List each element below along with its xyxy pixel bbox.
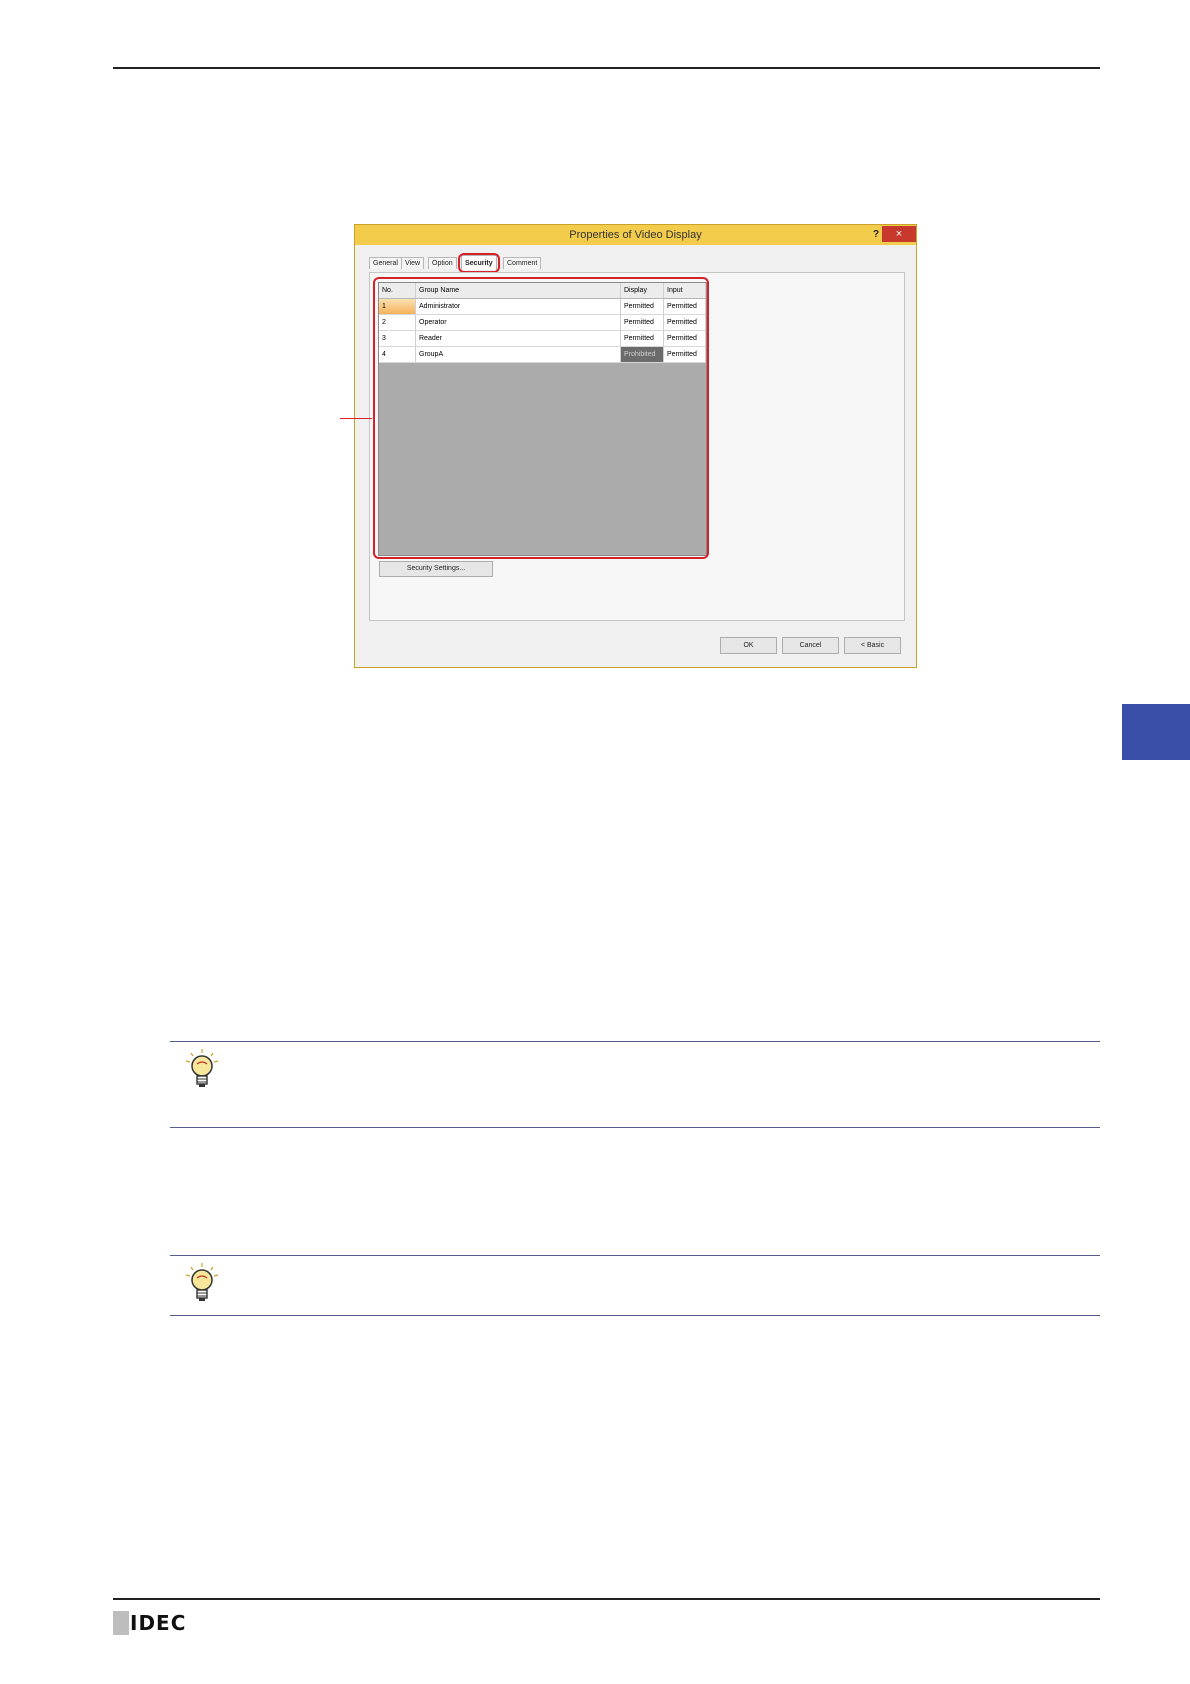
grid-highlight [373,277,709,559]
callout-leader-line [340,418,372,419]
basic-button[interactable]: < Basic [844,637,901,654]
dialog-title: Properties of Video Display [569,229,702,241]
note-rule-bottom [170,1127,1100,1128]
note-rule-top [170,1041,1100,1042]
security-settings-button[interactable]: Security Settings... [379,561,493,577]
note-rule-bottom [170,1315,1100,1316]
page-bottom-rule [113,1598,1100,1600]
close-button[interactable]: × [882,226,916,242]
tab-general[interactable]: General [369,257,402,269]
logo-mark [113,1611,129,1635]
logo-text: IDEC [130,1611,187,1635]
lightbulb-icon [185,1263,219,1301]
cancel-button[interactable]: Cancel [782,637,839,654]
page-top-rule [113,67,1100,69]
lightbulb-icon [185,1049,219,1087]
tab-comment[interactable]: Comment [503,257,542,269]
properties-dialog: Properties of Video Display ? × General … [354,224,917,668]
dialog-titlebar: Properties of Video Display ? × [355,225,916,245]
tab-option[interactable]: Option [428,257,457,269]
help-button[interactable]: ? [869,227,883,242]
tab-view[interactable]: View [401,257,425,269]
security-tab-highlight [458,253,500,273]
ok-button[interactable]: OK [720,637,777,654]
chapter-side-tab [1122,704,1190,760]
note-rule-top [170,1255,1100,1256]
